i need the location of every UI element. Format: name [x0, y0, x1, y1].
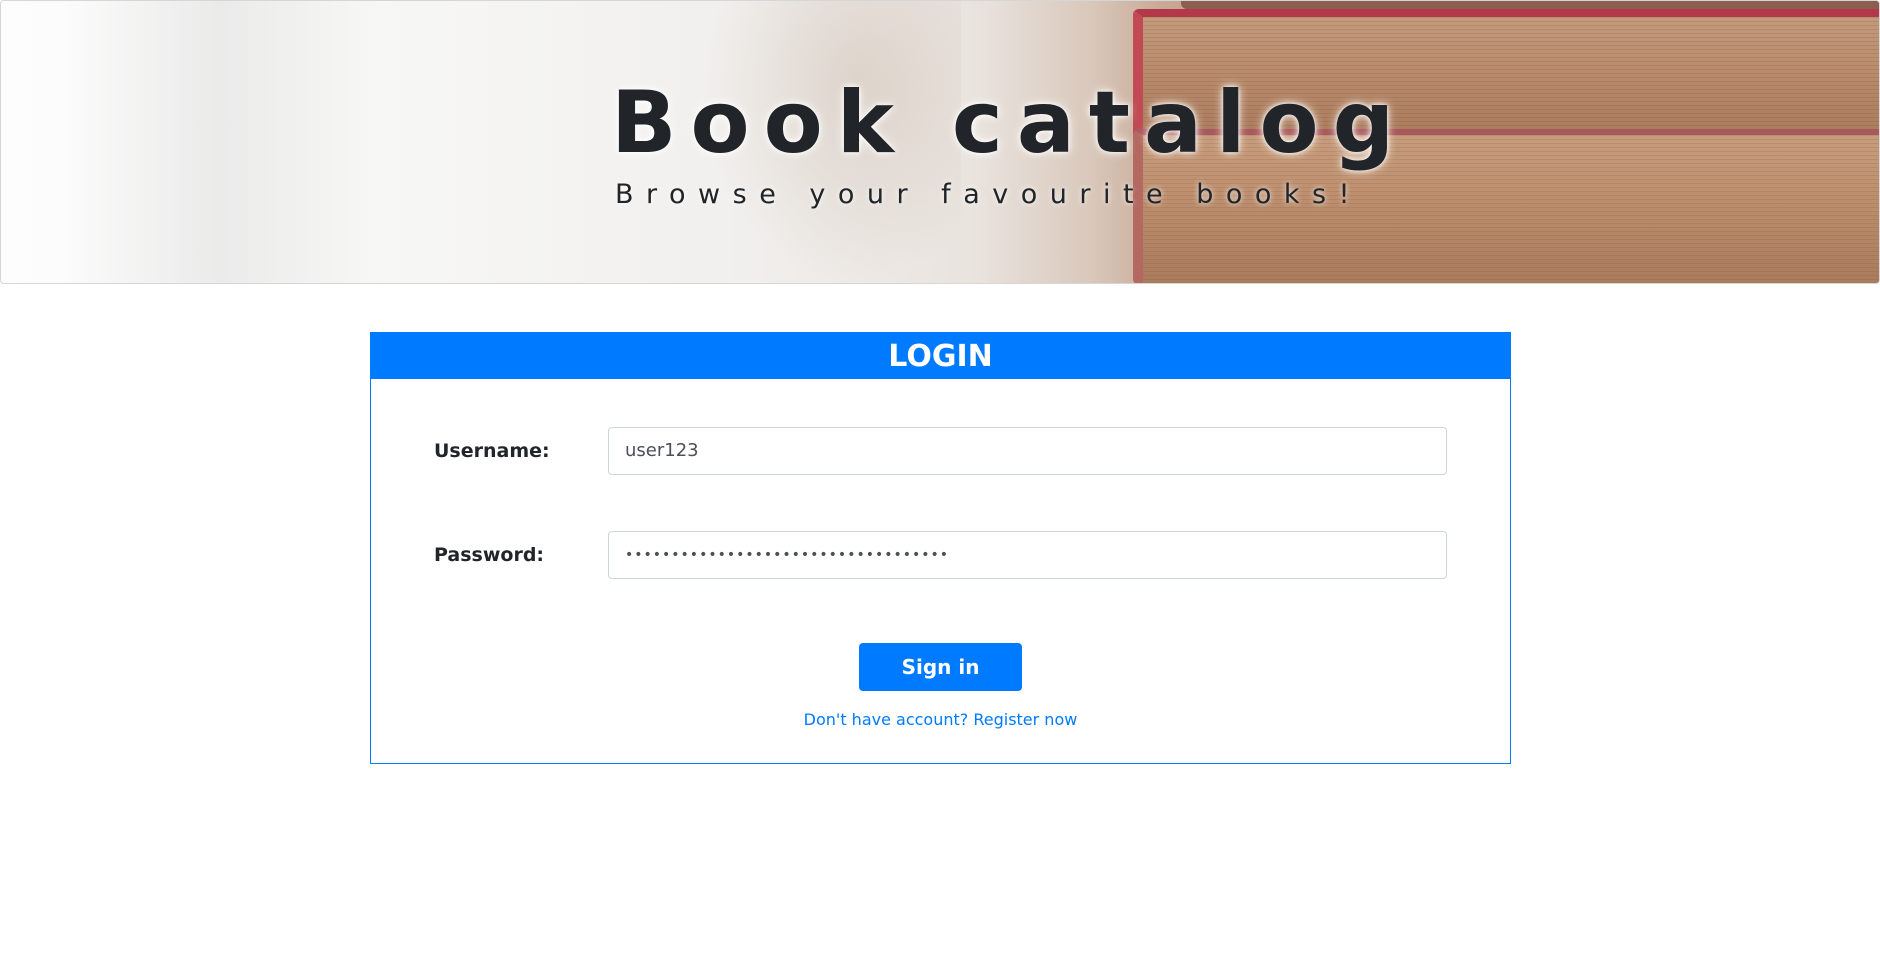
banner-book-image-top: [1181, 1, 1879, 9]
banner-background-blur: [61, 1, 381, 283]
password-label: Password:: [434, 544, 545, 566]
username-label: Username:: [434, 440, 550, 462]
login-card: LOGIN Username: user123 Password: ••••••…: [370, 332, 1511, 764]
header-banner: Book catalog Browse your favourite books…: [0, 0, 1880, 284]
page-title: Book catalog: [611, 73, 1409, 173]
page-subtitle: Browse your favourite books!: [615, 179, 1362, 210]
password-input[interactable]: •••••••••••••••••••••••••••••••••••: [608, 531, 1447, 579]
register-link[interactable]: Don't have account? Register now: [371, 710, 1510, 729]
username-row: Username: user123: [371, 427, 1510, 475]
username-input[interactable]: user123: [608, 427, 1447, 475]
login-header: LOGIN: [371, 333, 1510, 379]
sign-in-button[interactable]: Sign in: [859, 643, 1022, 691]
password-row: Password: ••••••••••••••••••••••••••••••…: [371, 531, 1510, 579]
